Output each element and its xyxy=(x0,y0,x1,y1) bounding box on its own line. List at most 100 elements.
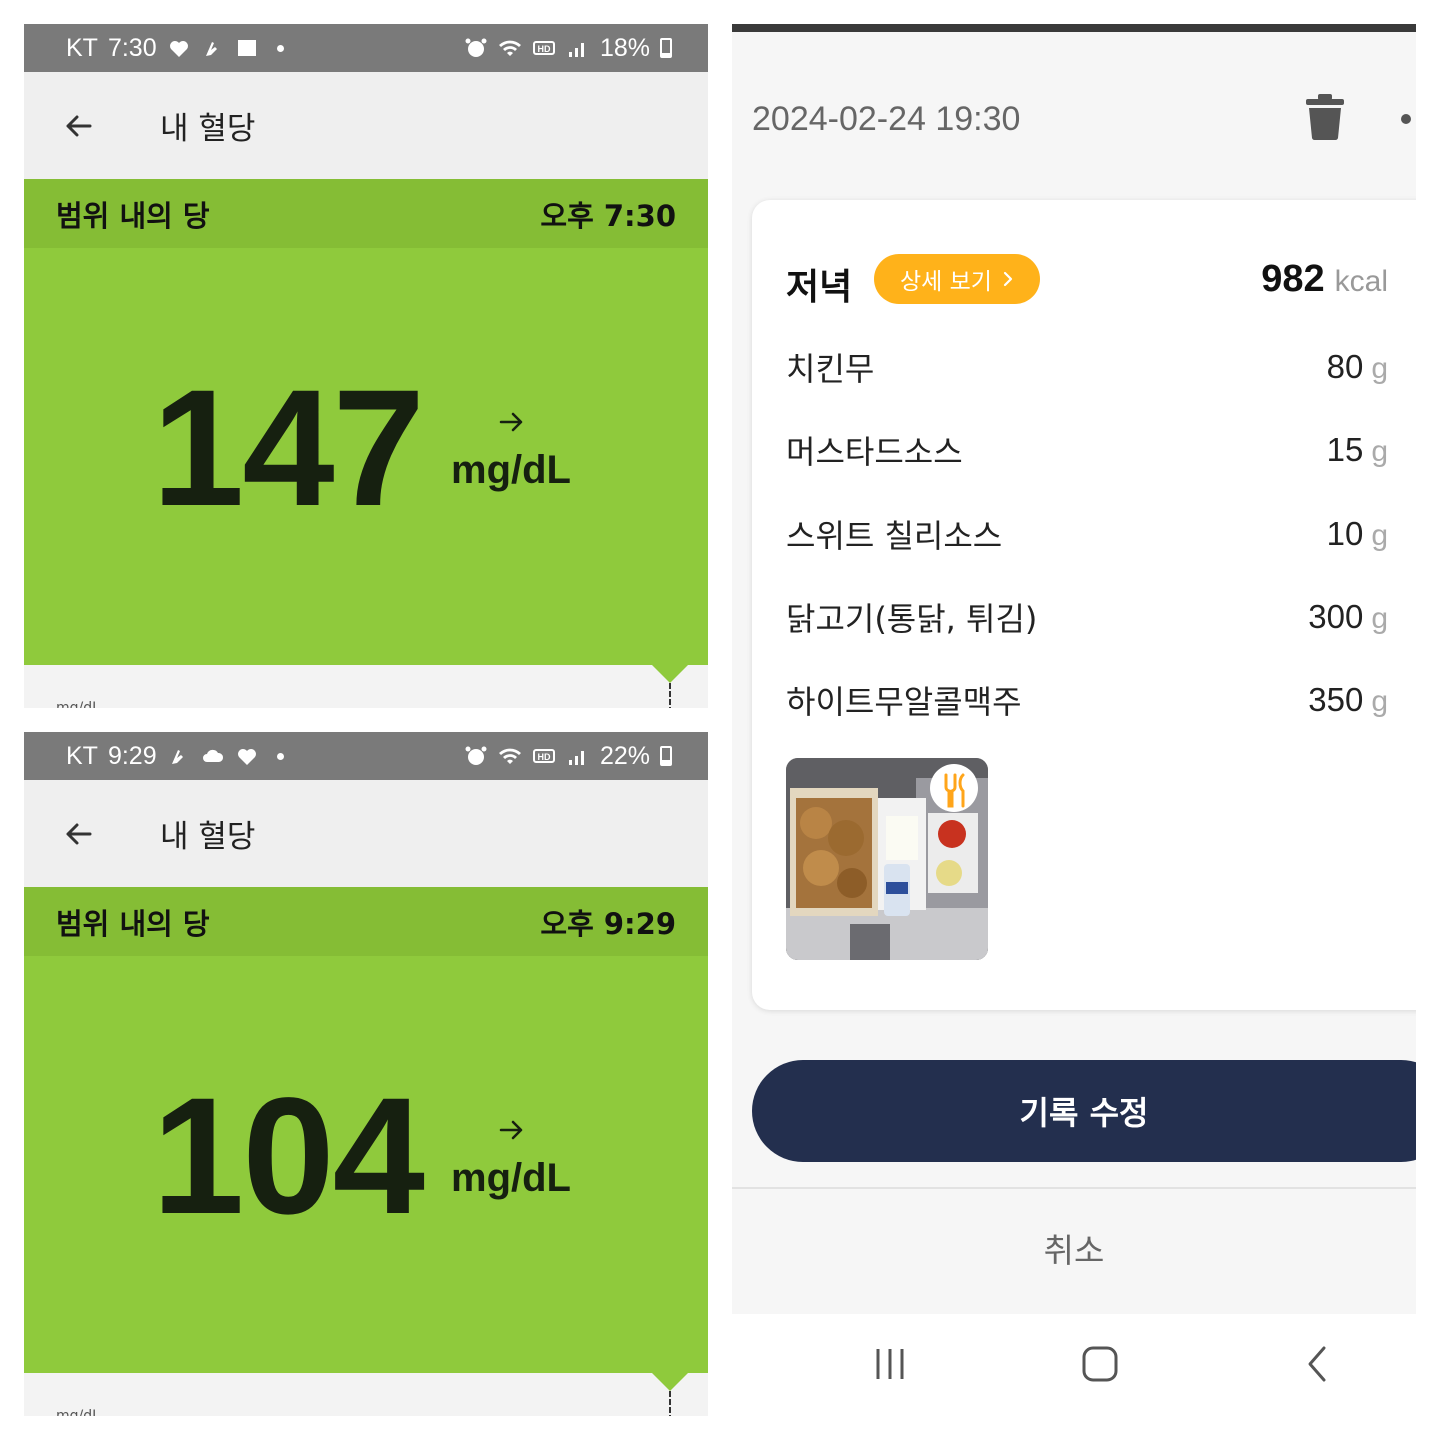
heart-icon xyxy=(167,36,191,60)
system-nav-bar xyxy=(732,1314,1416,1416)
share-icon[interactable] xyxy=(1400,108,1416,130)
steady-arrow-icon xyxy=(498,408,526,436)
carrier-label: KT xyxy=(66,33,98,62)
food-row: 치킨무 80 g xyxy=(786,337,1388,397)
sheet-header: 2024-02-24 19:30 xyxy=(732,24,1416,204)
food-name: 치킨무 xyxy=(786,350,875,388)
food-name: 하이트무알콜맥주 xyxy=(786,683,1022,721)
reading-time: 오후 9:29 xyxy=(540,906,676,941)
range-banner: 범위 내의 당 오후 7:30 xyxy=(24,179,708,248)
svg-text:HD: HD xyxy=(537,752,550,762)
food-row: 닭고기(통닭, 튀김) 300 g xyxy=(786,587,1388,647)
status-bar: KT 7:30 HD 18% xyxy=(24,24,708,72)
battery-percent: 22% xyxy=(599,741,650,770)
meal-photo[interactable] xyxy=(786,758,988,960)
app-notification-icon xyxy=(201,36,225,60)
status-bar: KT 9:29 HD 22% xyxy=(24,732,708,780)
carrier-label: KT xyxy=(66,741,98,770)
food-amount: 350 xyxy=(1308,681,1364,718)
notification-dot xyxy=(276,44,284,52)
status-time: 7:30 xyxy=(107,33,157,62)
notification-dot xyxy=(276,752,284,760)
range-banner: 범위 내의 당 오후 9:29 xyxy=(24,887,708,956)
page-title: 내 혈당 xyxy=(160,819,256,855)
chart-axis-unit: mg/dL xyxy=(56,700,100,708)
gallery-icon xyxy=(235,36,259,60)
glucose-screen-2: KT 9:29 HD 22% 내 혈당 범위 내의 당 오후 9:29 104 … xyxy=(24,732,708,1416)
calorie-unit: kcal xyxy=(1334,265,1388,298)
range-label: 범위 내의 당 xyxy=(56,906,210,941)
steady-arrow-icon xyxy=(498,1116,526,1144)
app-bar: 내 혈당 xyxy=(24,72,708,179)
page-title: 내 혈당 xyxy=(160,111,256,147)
heart-icon xyxy=(235,744,259,768)
food-name: 닭고기(통닭, 튀김) xyxy=(786,600,1038,638)
divider xyxy=(732,1187,1416,1189)
food-amount: 300 xyxy=(1308,598,1364,635)
food-unit: g xyxy=(1371,519,1388,552)
back-arrow-icon[interactable] xyxy=(58,106,98,146)
edit-record-button[interactable]: 기록 수정 xyxy=(752,1060,1416,1162)
svg-text:HD: HD xyxy=(537,44,550,54)
food-unit: g xyxy=(1371,435,1388,468)
edit-record-label: 기록 수정 xyxy=(1019,1094,1149,1132)
back-arrow-icon[interactable] xyxy=(58,814,98,854)
battery-percent: 18% xyxy=(599,33,650,62)
calorie-value: 982 xyxy=(1261,258,1325,300)
glucose-unit: mg/dL xyxy=(451,1156,571,1200)
food-amount: 15 xyxy=(1326,431,1364,468)
chevron-right-icon xyxy=(1003,271,1013,287)
food-unit: g xyxy=(1371,685,1388,718)
cancel-button[interactable]: 취소 xyxy=(732,1224,1416,1272)
glucose-screen-1: KT 7:30 HD 18% 내 혈당 범위 내의 당 오후 7:30 147 … xyxy=(24,24,708,708)
battery-charging-icon xyxy=(660,746,672,766)
back-icon[interactable] xyxy=(1298,1344,1338,1384)
food-name: 스위트 칠리소스 xyxy=(786,517,1003,555)
current-time-line xyxy=(669,1391,671,1416)
alarm-icon xyxy=(464,744,488,768)
alarm-icon xyxy=(464,36,488,60)
food-name: 머스타드소스 xyxy=(786,433,963,471)
glucose-chart[interactable] xyxy=(24,1373,708,1416)
glucose-unit: mg/dL xyxy=(451,448,571,492)
app-bar: 내 혈당 xyxy=(24,780,708,887)
current-pointer-icon xyxy=(652,665,688,683)
glucose-reading-area: 147 mg/dL xyxy=(24,248,708,665)
food-unit: g xyxy=(1371,352,1388,385)
hd-icon: HD xyxy=(532,36,556,60)
chart-axis-unit: mg/dL xyxy=(56,1408,100,1416)
range-label: 범위 내의 당 xyxy=(56,198,210,233)
wifi-icon xyxy=(498,36,522,60)
calorie-total: 982 kcal xyxy=(1261,258,1388,301)
view-detail-button[interactable]: 상세 보기 xyxy=(874,254,1040,304)
food-unit: g xyxy=(1371,602,1388,635)
trash-icon[interactable] xyxy=(1306,94,1344,140)
food-amount: 10 xyxy=(1326,515,1364,552)
food-amount: 80 xyxy=(1326,348,1364,385)
current-time-line xyxy=(669,683,671,708)
recent-apps-icon[interactable] xyxy=(870,1344,910,1384)
food-row: 하이트무알콜맥주 350 g xyxy=(786,670,1388,730)
cancel-label: 취소 xyxy=(1043,1231,1105,1270)
cloud-icon xyxy=(201,744,225,768)
signal-icon xyxy=(566,744,590,768)
glucose-value: 104 xyxy=(152,1064,425,1249)
current-pointer-icon xyxy=(652,1373,688,1391)
glucose-reading-area: 104 mg/dL xyxy=(24,956,708,1373)
record-datetime: 2024-02-24 19:30 xyxy=(752,100,1021,138)
sheet-top-edge xyxy=(732,24,1416,32)
glucose-chart[interactable] xyxy=(24,665,708,708)
wifi-icon xyxy=(498,744,522,768)
hd-icon: HD xyxy=(532,744,556,768)
meal-record-sheet: 2024-02-24 19:30 저녁 상세 보기 982 kcal 치킨무 8… xyxy=(732,24,1416,1416)
reading-time: 오후 7:30 xyxy=(540,198,676,233)
glucose-value: 147 xyxy=(152,356,425,541)
food-row: 스위트 칠리소스 10 g xyxy=(786,504,1388,564)
signal-icon xyxy=(566,36,590,60)
battery-icon xyxy=(660,38,672,58)
view-detail-label: 상세 보기 xyxy=(900,269,992,295)
app-notification-icon xyxy=(167,744,191,768)
meal-title: 저녁 xyxy=(786,267,853,308)
home-icon[interactable] xyxy=(1080,1344,1120,1384)
status-time: 9:29 xyxy=(107,741,157,770)
